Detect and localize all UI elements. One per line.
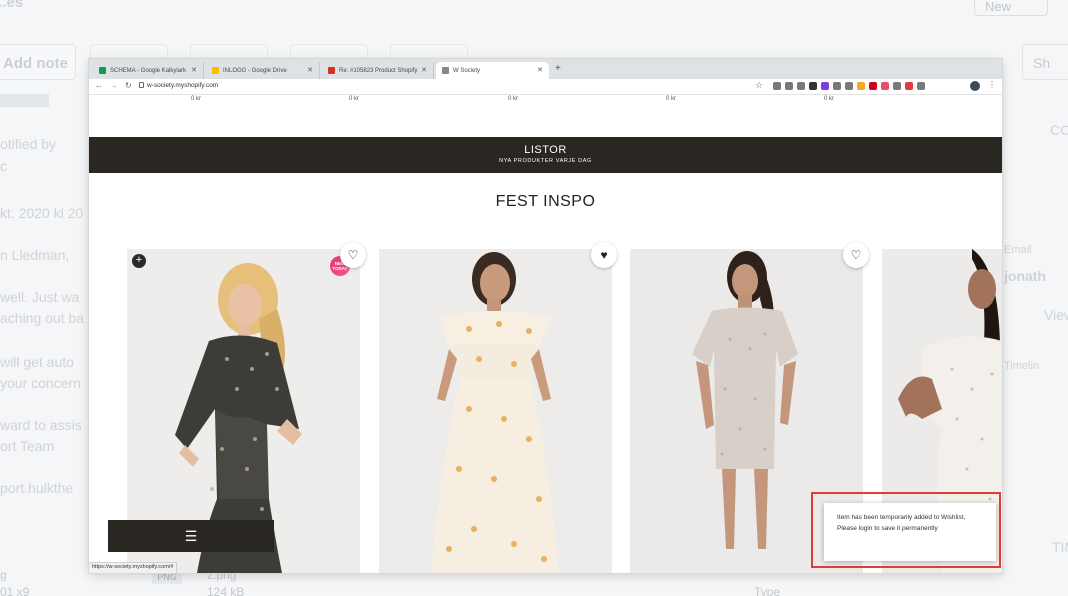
background-side-email[interactable]: jonath bbox=[1004, 268, 1046, 284]
background-side-timeline: Timelin bbox=[1004, 360, 1040, 372]
url-field[interactable]: w-society.myshopify.com bbox=[147, 82, 218, 89]
close-icon[interactable]: ✕ bbox=[307, 66, 313, 74]
wishlist-heart-icon[interactable]: ♡ bbox=[843, 242, 869, 268]
background-text-line: well. Just wa bbox=[0, 289, 80, 305]
banner-subtitle: NYA PRODUKTER VARJE DAG bbox=[499, 158, 592, 164]
reload-icon[interactable]: ↻ bbox=[125, 81, 132, 90]
background-side-heading: CO bbox=[1050, 122, 1068, 138]
menu-kebab-icon[interactable]: ⋮ bbox=[988, 80, 996, 89]
browser-tab[interactable]: INLOGG - Google Drive ✕ bbox=[206, 62, 320, 79]
close-icon[interactable]: ✕ bbox=[421, 66, 427, 74]
background-side-label: Email bbox=[1004, 244, 1032, 256]
browser-tab-active[interactable]: W Society ✕ bbox=[436, 62, 549, 79]
back-icon[interactable]: ← bbox=[95, 81, 103, 90]
close-icon[interactable]: ✕ bbox=[191, 66, 197, 74]
wishlist-heart-filled-icon[interactable]: ♥ bbox=[591, 242, 617, 268]
background-title: ...es bbox=[0, 0, 24, 11]
hamburger-menu-bar[interactable]: ☰ bbox=[108, 520, 274, 552]
extension-icon[interactable] bbox=[809, 82, 817, 90]
product-price: 0 kr bbox=[191, 96, 202, 102]
extension-icon[interactable] bbox=[821, 82, 829, 90]
extension-icon[interactable] bbox=[893, 82, 901, 90]
background-side-tim: TIM bbox=[1052, 539, 1068, 555]
highlight-box: Item has been temporarily added to Wishl… bbox=[811, 492, 1001, 568]
wishlist-heart-icon[interactable]: ♡ bbox=[340, 242, 366, 268]
background-text-line: will get auto bbox=[0, 354, 74, 370]
hamburger-icon[interactable]: ☰ bbox=[185, 528, 198, 545]
listor-banner[interactable]: LISTOR NYA PRODUKTER VARJE DAG bbox=[89, 137, 1002, 173]
extension-icon[interactable] bbox=[845, 82, 853, 90]
background-text-line: kt. 2020 kl 20 bbox=[0, 205, 84, 221]
store-page: 0 kr 0 kr 0 kr 0 kr 0 kr LISTOR NYA PROD… bbox=[89, 95, 1002, 573]
file-size: 124 kB bbox=[207, 585, 245, 596]
product-price: 0 kr bbox=[508, 96, 519, 102]
file-type-label: Type bbox=[754, 585, 781, 596]
new-tab-button[interactable]: + bbox=[555, 63, 561, 74]
background-text-line: aching out ba bbox=[0, 310, 85, 326]
browser-tab[interactable]: Re: #105823 Product Shopify ✕ bbox=[322, 62, 434, 79]
tab-label: Re: #105823 Product Shopify bbox=[339, 67, 418, 74]
link-status-bar: https://w-society.myshopify.com/# bbox=[89, 562, 178, 573]
extension-icons bbox=[773, 82, 925, 90]
profile-avatar[interactable] bbox=[970, 81, 980, 91]
product-price: 0 kr bbox=[824, 96, 835, 102]
background-text-line: port.hulkthe bbox=[0, 480, 74, 496]
product-image bbox=[379, 249, 612, 573]
background-side-view[interactable]: View bbox=[1044, 307, 1068, 323]
background-text-line: ward to assis bbox=[0, 417, 82, 433]
browser-screenshot: SCHEMA - Google Kalkylark ✕ INLOGG - Goo… bbox=[89, 59, 1002, 573]
background-text-line: your concern bbox=[0, 375, 81, 391]
extension-icon[interactable] bbox=[797, 82, 805, 90]
sheets-icon bbox=[99, 67, 106, 74]
extension-icon[interactable] bbox=[917, 82, 925, 90]
extension-icon[interactable] bbox=[785, 82, 793, 90]
close-icon[interactable]: ✕ bbox=[537, 66, 543, 74]
site-icon bbox=[442, 67, 449, 74]
extension-icon[interactable] bbox=[905, 82, 913, 90]
tab-label: INLOGG - Google Drive bbox=[223, 67, 287, 74]
banner-title: LISTOR bbox=[524, 144, 567, 156]
wishlist-toast: Item has been temporarily added to Wishl… bbox=[824, 503, 996, 561]
background-bottom-text: g bbox=[0, 568, 7, 582]
address-bar: ← → ↻ w-society.myshopify.com ☆ ⋮ bbox=[89, 79, 1002, 95]
bookmark-star-icon[interactable]: ☆ bbox=[755, 80, 763, 91]
extension-icon[interactable] bbox=[773, 82, 781, 90]
background-text-line: otified by bbox=[0, 136, 57, 152]
add-note-button[interactable]: Add note bbox=[0, 44, 76, 80]
background-header: ...es New bbox=[0, 0, 1068, 22]
extension-icon[interactable] bbox=[833, 82, 841, 90]
forward-icon[interactable]: → bbox=[110, 81, 118, 90]
section-title: FEST INSPO bbox=[495, 193, 596, 210]
product-card[interactable] bbox=[379, 249, 612, 573]
background-bottom-text: 01 x9 bbox=[0, 585, 30, 596]
background-text-line: ort Team bbox=[0, 438, 55, 454]
product-price: 0 kr bbox=[666, 96, 677, 102]
background-new-button[interactable]: New bbox=[974, 0, 1048, 16]
quick-add-icon[interactable]: + bbox=[132, 254, 146, 268]
background-tag bbox=[0, 94, 49, 107]
extension-icon[interactable] bbox=[857, 82, 865, 90]
lock-icon bbox=[139, 82, 144, 88]
show-button[interactable]: Sh bbox=[1022, 44, 1068, 80]
product-price: 0 kr bbox=[349, 96, 360, 102]
extension-icon[interactable] bbox=[881, 82, 889, 90]
tab-label: SCHEMA - Google Kalkylark bbox=[110, 67, 187, 74]
tab-label: W Society bbox=[453, 67, 481, 74]
browser-tab-bar: SCHEMA - Google Kalkylark ✕ INLOGG - Goo… bbox=[89, 59, 1002, 79]
background-text-line: c bbox=[0, 158, 7, 174]
drive-icon bbox=[212, 67, 219, 74]
browser-tab[interactable]: SCHEMA - Google Kalkylark ✕ bbox=[93, 62, 204, 79]
background-text-line: n Lledman, bbox=[0, 247, 70, 263]
gmail-icon bbox=[328, 67, 335, 74]
extension-icon[interactable] bbox=[869, 82, 877, 90]
